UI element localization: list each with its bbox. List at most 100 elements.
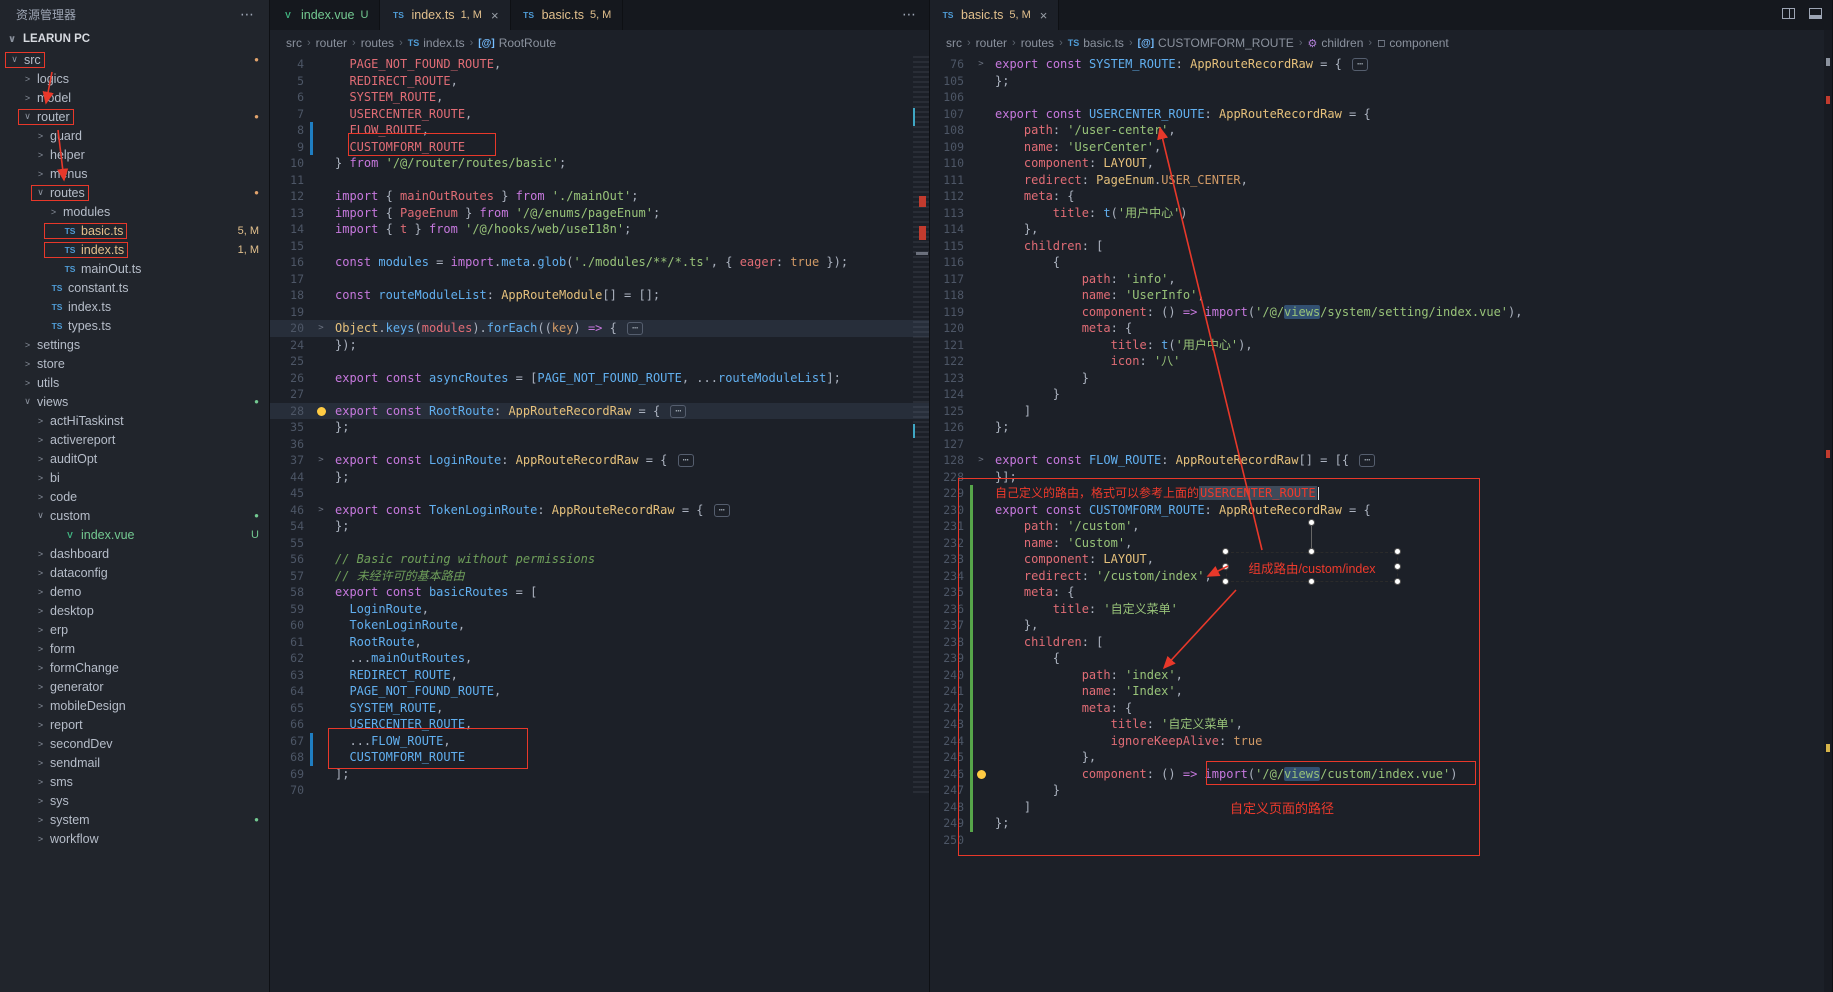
breadcrumb-item-router[interactable]: router [976, 36, 1007, 50]
tree-folder-actHiTaskinst[interactable]: >actHiTaskinst [0, 411, 269, 430]
code-line-115[interactable]: 115 children: [ [930, 238, 1832, 255]
fold-collapsed-icon[interactable]: > [313, 502, 329, 519]
tree-folder-auditOpt[interactable]: >auditOpt [0, 449, 269, 468]
chevron-right-icon[interactable]: > [35, 435, 46, 445]
code-line-11[interactable]: 11 [270, 172, 929, 189]
breadcrumb-item-src[interactable]: src [946, 36, 962, 50]
code-line-235[interactable]: 235 meta: { [930, 584, 1832, 601]
code-line-25[interactable]: 25 [270, 353, 929, 370]
tree-folder-helper[interactable]: >helper [0, 145, 269, 164]
fold-collapsed-icon[interactable]: > [313, 320, 329, 337]
tree-folder-formChange[interactable]: >formChange [0, 658, 269, 677]
tab-index.ts[interactable]: TSindex.ts1, M× [380, 0, 510, 30]
code-line-20[interactable]: 20>Object.keys(modules).forEach((key) =>… [270, 320, 929, 337]
tree-folder-sms[interactable]: >sms [0, 772, 269, 791]
tree-folder-store[interactable]: >store [0, 354, 269, 373]
code-line-61[interactable]: 61 RootRoute, [270, 634, 929, 651]
code-line-109[interactable]: 109 name: 'UserCenter', [930, 139, 1832, 156]
tree-file-index.ts[interactable]: TSindex.ts1, M [0, 240, 269, 259]
code-line-12[interactable]: 12import { mainOutRoutes } from './mainO… [270, 188, 929, 205]
fold-collapsed-icon[interactable]: > [973, 452, 989, 469]
tree-folder-settings[interactable]: >settings [0, 335, 269, 354]
tab-index.vue[interactable]: Vindex.vueU [270, 0, 380, 30]
chevron-right-icon[interactable]: > [22, 359, 33, 369]
code-line-112[interactable]: 112 meta: { [930, 188, 1832, 205]
code-line-45[interactable]: 45 [270, 485, 929, 502]
code-line-242[interactable]: 242 meta: { [930, 700, 1832, 717]
tree-folder-utils[interactable]: >utils [0, 373, 269, 392]
code-line-44[interactable]: 44}; [270, 469, 929, 486]
tree-file-basic.ts[interactable]: TSbasic.ts5, M [0, 221, 269, 240]
code-line-237[interactable]: 237 }, [930, 617, 1832, 634]
chevron-right-icon[interactable]: > [22, 93, 33, 103]
tree-folder-report[interactable]: >report [0, 715, 269, 734]
tree-folder-workflow[interactable]: >workflow [0, 829, 269, 848]
code-line-240[interactable]: 240 path: 'index', [930, 667, 1832, 684]
split-editor-icon[interactable] [1782, 8, 1795, 19]
code-line-229[interactable]: 229自己定义的路由，格式可以参考上面的USERCENTER_ROUTE [930, 485, 1832, 502]
chevron-right-icon[interactable]: > [35, 606, 46, 616]
folded-code-ellipsis-icon[interactable]: ⋯ [1359, 454, 1375, 467]
code-line-56[interactable]: 56// Basic routing without permissions [270, 551, 929, 568]
tree-folder-desktop[interactable]: >desktop [0, 601, 269, 620]
code-line-14[interactable]: 14import { t } from '/@/hoo​ks/web/useI1… [270, 221, 929, 238]
tree-file-types.ts[interactable]: TStypes.ts [0, 316, 269, 335]
code-line-18[interactable]: 18const routeModuleList: AppRouteModule[… [270, 287, 929, 304]
code-line-245[interactable]: 245 }, [930, 749, 1832, 766]
code-line-247[interactable]: 247 } [930, 782, 1832, 799]
tree-file-mainOut.ts[interactable]: TSmainOut.ts [0, 259, 269, 278]
folded-code-ellipsis-icon[interactable]: ⋯ [670, 405, 686, 418]
code-line-127[interactable]: 127 [930, 436, 1832, 453]
code-line-118[interactable]: 118 name: 'UserInfo', [930, 287, 1832, 304]
lightbulb-icon[interactable] [977, 770, 986, 779]
code-line-37[interactable]: 37>export const LoginRoute: AppRouteReco… [270, 452, 929, 469]
breadcrumb-item-children[interactable]: ⚙children [1307, 36, 1363, 50]
code-line-69[interactable]: 69]; [270, 766, 929, 783]
chevron-right-icon[interactable]: > [22, 74, 33, 84]
chevron-right-icon[interactable]: > [35, 701, 46, 711]
tree-folder-demo[interactable]: >demo [0, 582, 269, 601]
chevron-right-icon[interactable]: > [35, 815, 46, 825]
more-tabs-icon[interactable]: ⋯ [902, 6, 917, 23]
code-line-46[interactable]: 46>export const TokenLoginRoute: AppRout… [270, 502, 929, 519]
chevron-right-icon[interactable]: > [35, 473, 46, 483]
tree-folder-code[interactable]: >code [0, 487, 269, 506]
code-line-64[interactable]: 64 PAGE_NOT_FOUND_ROUTE, [270, 683, 929, 700]
tab-basic.ts[interactable]: TSbasic.ts5, M [511, 0, 624, 30]
folded-code-ellipsis-icon[interactable]: ⋯ [714, 504, 730, 517]
code-line-232[interactable]: 232 name: 'Custom', [930, 535, 1832, 552]
tree-file-index.ts[interactable]: TSindex.ts [0, 297, 269, 316]
code-line-107[interactable]: 107export const USERCENTER_ROUTE: AppRou… [930, 106, 1832, 123]
code-line-19[interactable]: 19 [270, 304, 929, 321]
code-line-5[interactable]: 5 REDIRECT_ROUTE, [270, 73, 929, 90]
code-line-234[interactable]: 234 redirect: '/custom/index', [930, 568, 1832, 585]
tree-folder-dataconfig[interactable]: >dataconfig [0, 563, 269, 582]
tree-folder-views[interactable]: ∨views● [0, 392, 269, 411]
chevron-right-icon[interactable]: > [35, 150, 46, 160]
chevron-right-icon[interactable]: > [22, 378, 33, 388]
code-line-117[interactable]: 117 path: 'info', [930, 271, 1832, 288]
code-line-27[interactable]: 27 [270, 386, 929, 403]
code-line-231[interactable]: 231 path: '/custom', [930, 518, 1832, 535]
overview-ruler[interactable] [1824, 30, 1832, 992]
code-line-4[interactable]: 4 PAGE_NOT_FOUND_ROUTE, [270, 56, 929, 73]
code-line-119[interactable]: 119 component: () => import('/@/views/sy… [930, 304, 1832, 321]
tree-folder-dashboard[interactable]: >dashboard [0, 544, 269, 563]
code-line-121[interactable]: 121 title: t('用户中心'), [930, 337, 1832, 354]
breadcrumb-item-basic.ts[interactable]: TSbasic.ts [1068, 36, 1124, 50]
chevron-right-icon[interactable]: > [35, 720, 46, 730]
breadcrumb-item-router[interactable]: router [316, 36, 347, 50]
breadcrumb-item-component[interactable]: ◻component [1377, 36, 1449, 50]
tree-folder-system[interactable]: >system● [0, 810, 269, 829]
code-line-128[interactable]: 128>export const FLOW_ROUTE: AppRouteRec… [930, 452, 1832, 469]
customize-layout-icon[interactable] [1809, 8, 1822, 19]
close-tab-icon[interactable]: × [1040, 8, 1048, 23]
code-line-16[interactable]: 16const modules = import.meta.glob('./mo… [270, 254, 929, 271]
code-line-246[interactable]: 246 component: () => import('/@/views/cu… [930, 766, 1832, 783]
code-line-26[interactable]: 26export const asyncRoutes = [PAGE_NOT_F… [270, 370, 929, 387]
code-line-17[interactable]: 17 [270, 271, 929, 288]
chevron-right-icon[interactable]: > [35, 587, 46, 597]
tree-folder-custom[interactable]: ∨custom● [0, 506, 269, 525]
tree-folder-bi[interactable]: >bi [0, 468, 269, 487]
code-line-8[interactable]: 8 FLOW_ROUTE, [270, 122, 929, 139]
